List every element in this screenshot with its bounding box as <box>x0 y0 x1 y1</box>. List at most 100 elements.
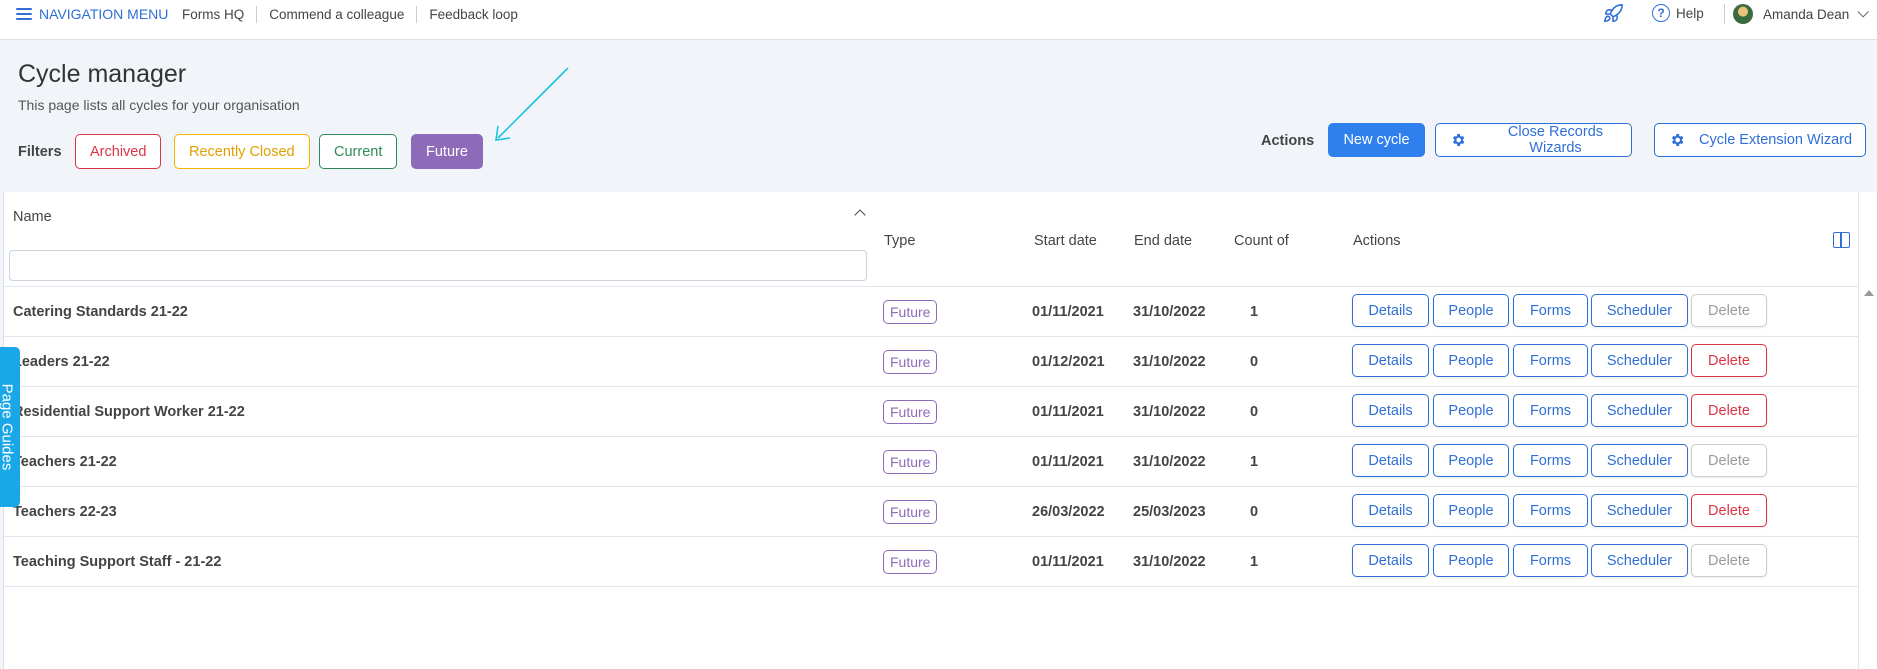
type-cell: Future <box>883 537 938 587</box>
type-cell: Future <box>883 387 938 437</box>
scheduler-button[interactable]: Scheduler <box>1591 294 1688 327</box>
type-badge: Future <box>883 450 938 474</box>
people-button[interactable]: People <box>1433 394 1509 427</box>
avatar <box>1733 4 1753 24</box>
cycle-name: Teaching Support Staff - 21-22 <box>13 554 222 570</box>
page-subtitle: This page lists all cycles for your orga… <box>18 97 300 113</box>
type-badge: Future <box>883 350 938 374</box>
column-header-start-date: Start date <box>1034 233 1097 249</box>
name-filter-input[interactable] <box>9 250 867 281</box>
start-date: 01/12/2021 <box>1032 354 1105 370</box>
forms-button[interactable]: Forms <box>1513 444 1588 477</box>
details-button[interactable]: Details <box>1352 544 1429 577</box>
filter-future-button[interactable]: Future <box>411 134 483 169</box>
delete-button[interactable]: Delete <box>1691 294 1767 327</box>
top-links: Forms HQ Commend a colleague Feedback lo… <box>170 6 530 23</box>
column-header-end-date: End date <box>1134 233 1193 249</box>
count-value: 0 <box>1249 504 1259 520</box>
end-date: 31/10/2022 <box>1133 404 1206 420</box>
column-header-actions: Actions <box>1353 233 1401 249</box>
column-header-type: Type <box>884 233 916 249</box>
people-button[interactable]: People <box>1433 494 1509 527</box>
start-date: 26/03/2022 <box>1032 504 1105 520</box>
forms-button[interactable]: Forms <box>1513 494 1588 527</box>
people-button[interactable]: People <box>1433 294 1509 327</box>
start-date: 01/11/2021 <box>1032 404 1104 420</box>
close-records-wizard-button[interactable]: Close Records Wizards <box>1435 123 1632 157</box>
gear-icon <box>1452 134 1465 146</box>
scroll-up-arrow-icon[interactable] <box>1864 290 1874 296</box>
table-row: Leaders 21-22 Future 01/12/2021 31/10/2022 0… <box>3 337 1858 387</box>
delete-button[interactable]: Delete <box>1691 344 1767 377</box>
page-guides-tab[interactable]: Page Guides <box>0 347 20 507</box>
question-icon: ? <box>1652 4 1670 22</box>
user-menu[interactable]: Amanda Dean <box>1733 4 1870 24</box>
scheduler-button[interactable]: Scheduler <box>1591 544 1688 577</box>
start-date: 01/11/2021 <box>1032 454 1104 470</box>
gear-icon <box>1671 134 1684 146</box>
end-date: 25/03/2023 <box>1133 504 1206 520</box>
type-badge: Future <box>883 500 938 524</box>
scheduler-button[interactable]: Scheduler <box>1591 444 1688 477</box>
new-cycle-button[interactable]: New cycle <box>1328 123 1425 157</box>
columns-toggle-icon[interactable] <box>1833 232 1850 248</box>
scheduler-button[interactable]: Scheduler <box>1591 494 1688 527</box>
details-button[interactable]: Details <box>1352 494 1429 527</box>
delete-button[interactable]: Delete <box>1691 444 1767 477</box>
page-title: Cycle manager <box>18 60 187 88</box>
scrollbar[interactable] <box>1858 192 1877 669</box>
help-link[interactable]: ? Help <box>1652 4 1704 22</box>
people-button[interactable]: People <box>1433 344 1509 377</box>
cycle-name: Teachers 22-23 <box>13 504 117 520</box>
delete-button[interactable]: Delete <box>1691 494 1767 527</box>
forms-button[interactable]: Forms <box>1513 544 1588 577</box>
link-forms-hq[interactable]: Forms HQ <box>170 6 258 23</box>
close-records-label: Close Records Wizards <box>1507 124 1604 156</box>
page-guides-label: Page Guides <box>0 383 16 471</box>
table-row: Catering Standards 21-22 Future 01/11/2021… <box>3 287 1858 337</box>
filter-current-button[interactable]: Current <box>319 134 398 169</box>
link-commend-colleague[interactable]: Commend a colleague <box>257 6 418 23</box>
delete-button[interactable]: Delete <box>1691 394 1767 427</box>
count-value: 0 <box>1249 354 1259 370</box>
forms-button[interactable]: Forms <box>1513 344 1588 377</box>
table-row: Teachers 21-22 Future 01/11/2021 31/10/2022… <box>3 437 1858 487</box>
cycle-name: Leaders 21-22 <box>13 354 110 370</box>
forms-button[interactable]: Forms <box>1513 394 1588 427</box>
column-header-name[interactable]: Name <box>13 209 52 225</box>
count-value: 0 <box>1249 404 1259 420</box>
navigation-menu-button[interactable]: NAVIGATION MENU <box>16 6 168 22</box>
start-date: 01/11/2021 <box>1032 554 1104 570</box>
table-row: Teaching Support Staff - 21-22 Future 01/1… <box>3 537 1858 587</box>
count-value: 1 <box>1249 454 1259 470</box>
chevron-down-icon <box>1857 6 1870 18</box>
link-feedback-loop[interactable]: Feedback loop <box>417 6 530 23</box>
type-cell: Future <box>883 287 938 337</box>
details-button[interactable]: Details <box>1352 344 1429 377</box>
details-button[interactable]: Details <box>1352 294 1429 327</box>
filter-recently-closed-button[interactable]: Recently Closed <box>174 134 310 169</box>
cycle-extension-wizard-button[interactable]: Cycle Extension Wizard <box>1654 123 1866 157</box>
cycle-name: Teachers 21-22 <box>13 454 117 470</box>
end-date: 31/10/2022 <box>1133 454 1206 470</box>
scheduler-button[interactable]: Scheduler <box>1591 394 1688 427</box>
column-header-count: Count of <box>1234 233 1289 249</box>
details-button[interactable]: Details <box>1352 394 1429 427</box>
scheduler-button[interactable]: Scheduler <box>1591 344 1688 377</box>
people-button[interactable]: People <box>1433 444 1509 477</box>
cycle-extension-label: Cycle Extension Wizard <box>1699 132 1853 148</box>
type-badge: Future <box>883 550 938 574</box>
forms-button[interactable]: Forms <box>1513 294 1588 327</box>
start-date: 01/11/2021 <box>1032 304 1104 320</box>
delete-button[interactable]: Delete <box>1691 544 1767 577</box>
help-label: Help <box>1676 5 1704 21</box>
end-date: 31/10/2022 <box>1133 304 1206 320</box>
type-cell: Future <box>883 437 938 487</box>
annotation-arrow <box>495 67 569 141</box>
top-bar: NAVIGATION MENU Forms HQ Commend a colle… <box>0 0 1877 40</box>
details-button[interactable]: Details <box>1352 444 1429 477</box>
end-date: 31/10/2022 <box>1133 554 1206 570</box>
filter-archived-button[interactable]: Archived <box>75 134 162 169</box>
rocket-icon[interactable] <box>1602 3 1624 25</box>
people-button[interactable]: People <box>1433 544 1509 577</box>
